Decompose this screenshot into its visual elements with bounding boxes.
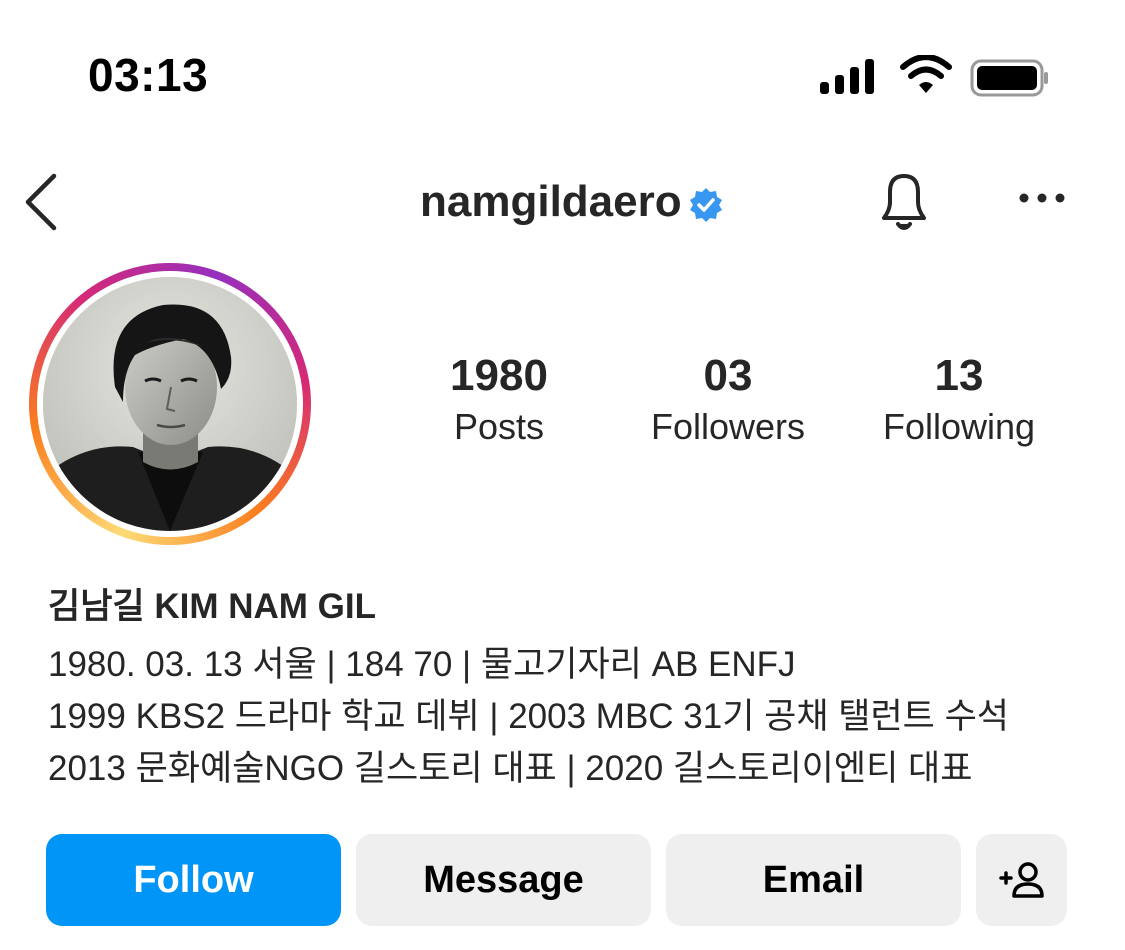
status-icons [818, 55, 1053, 99]
posts-label: Posts [453, 406, 545, 447]
followers-count[interactable]: 03 Followers [628, 350, 828, 452]
following-value: 13 [934, 351, 984, 400]
avatar-story-ring[interactable] [29, 263, 311, 545]
avatar-photo [43, 277, 297, 531]
avatar [43, 277, 297, 531]
followers-value: 03 [703, 351, 753, 400]
posts-value: 1980 [450, 351, 548, 400]
email-button[interactable]: Email [666, 834, 961, 926]
add-person-icon [998, 862, 1044, 898]
back-icon[interactable] [18, 170, 62, 234]
posts-count[interactable]: 1980 Posts [399, 350, 599, 452]
follow-button[interactable]: Follow [46, 834, 341, 926]
bio-line: 2013 문화예술NGO 길스토리 대표 | 2020 길스토리이엔티 대표 [48, 749, 973, 788]
username-header: namgildaero [420, 176, 724, 228]
suggested-users-button[interactable] [976, 834, 1067, 926]
bell-icon[interactable] [870, 166, 938, 234]
verified-icon [689, 188, 722, 222]
bio-line: 1980. 03. 13 서울 | 184 70 | 물고기자리 AB ENFJ [48, 645, 796, 684]
followers-label: Followers [650, 406, 806, 447]
display-name: 김남길 KIM NAM GIL [48, 587, 376, 626]
username: namgildaero [420, 177, 682, 226]
signal-icon [820, 59, 874, 94]
status-time: 03:13 [88, 49, 209, 101]
bio-line: 1999 KBS2 드라마 학교 데뷔 | 2003 MBC 31기 공채 탤런… [48, 697, 1009, 736]
following-label: Following [882, 406, 1036, 447]
wifi-icon [900, 55, 952, 93]
message-button[interactable]: Message [356, 834, 651, 926]
more-icon[interactable] [1018, 190, 1066, 206]
battery-icon [970, 59, 1048, 97]
following-count[interactable]: 13 Following [859, 350, 1059, 452]
